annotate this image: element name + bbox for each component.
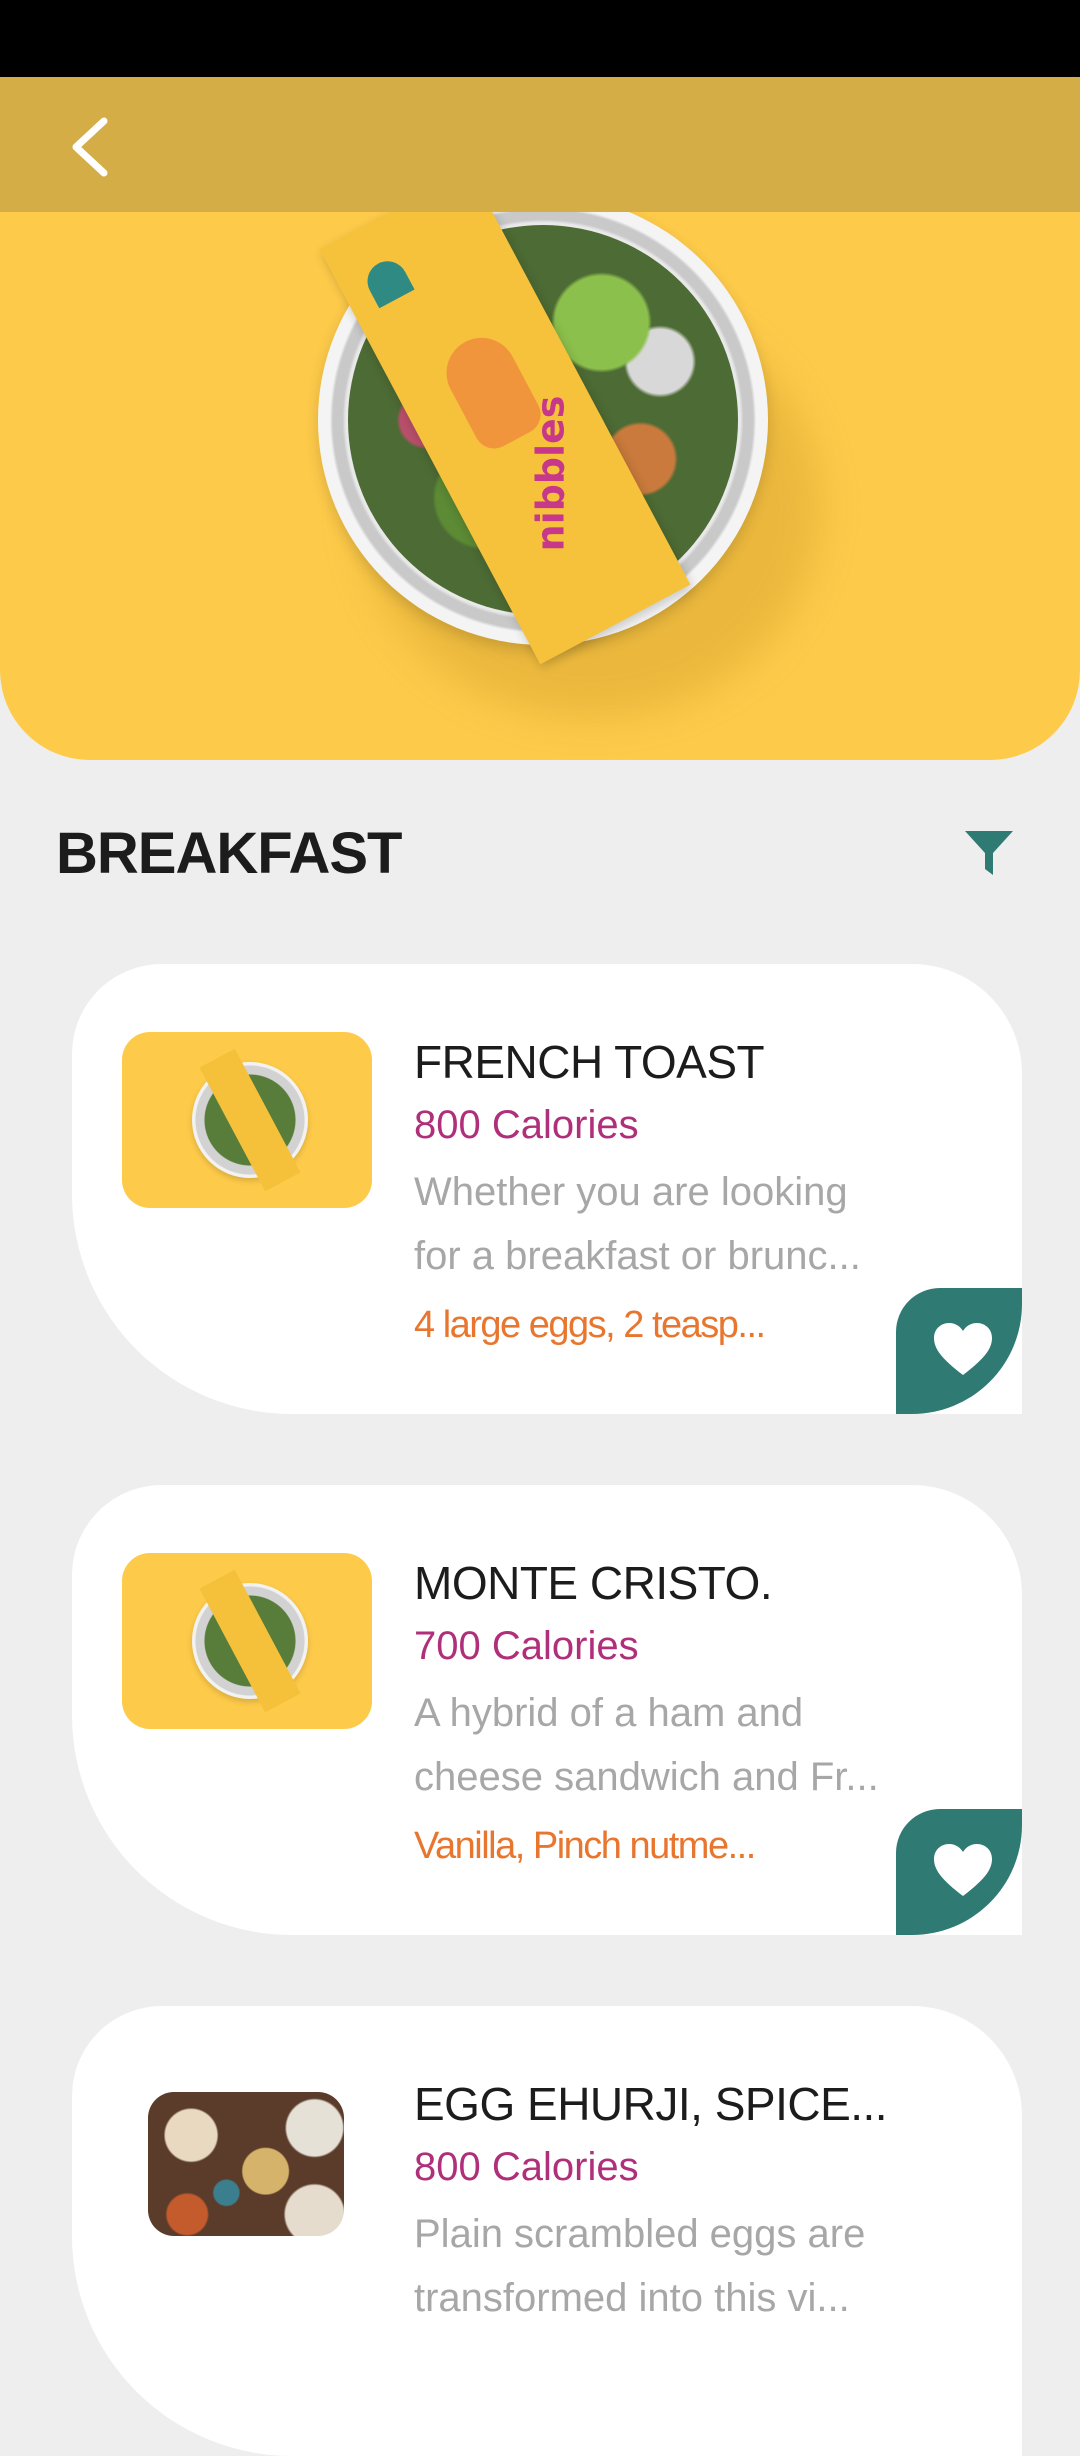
sleeve-brand-text: nibbles: [528, 395, 573, 552]
recipe-thumbnail: [122, 1553, 372, 1729]
recipe-ingredients: Vanilla, Pinch nutme...: [414, 1825, 756, 1867]
recipe-card[interactable]: EGG EHURJI, SPICE... 800 Calories Plain …: [72, 2006, 1022, 2456]
recipe-description: Whether you are looking for a breakfast …: [414, 1170, 861, 1278]
recipe-title: MONTE CRISTO.: [414, 1557, 773, 1609]
heart-icon: [934, 1323, 992, 1375]
filter-icon: [965, 831, 1013, 875]
favorite-button[interactable]: [896, 1288, 1022, 1414]
recipe-description: A hybrid of a ham and cheese sandwich an…: [414, 1691, 879, 1799]
favorite-button[interactable]: [896, 1809, 1022, 1935]
recipe-calories: 800 Calories: [414, 1103, 639, 1147]
status-bar: [0, 0, 1080, 77]
recipe-calories: 700 Calories: [414, 1624, 639, 1668]
section-title: BREAKFAST: [56, 820, 402, 886]
filter-button[interactable]: [954, 818, 1024, 888]
recipe-title: EGG EHURJI, SPICE...: [414, 2078, 888, 2130]
recipe-calories: 800 Calories: [414, 2145, 639, 2189]
recipe-card[interactable]: MONTE CRISTO. 700 Calories A hybrid of a…: [72, 1485, 1022, 1935]
recipe-card[interactable]: FRENCH TOAST 800 Calories Whether you ar…: [72, 964, 1022, 1414]
recipe-thumbnail: [122, 1032, 372, 1208]
recipe-description: Plain scrambled eggs are transformed int…: [414, 2212, 866, 2320]
recipe-ingredients: 4 large eggs, 2 teasp...: [414, 1304, 766, 1346]
back-button[interactable]: [50, 107, 130, 187]
recipe-title: FRENCH TOAST: [414, 1036, 765, 1088]
section-header: BREAKFAST: [56, 818, 1024, 888]
app-bar: [0, 77, 1080, 212]
recipe-photo: [148, 2092, 344, 2236]
chevron-left-icon: [72, 117, 108, 177]
heart-icon: [934, 1844, 992, 1896]
